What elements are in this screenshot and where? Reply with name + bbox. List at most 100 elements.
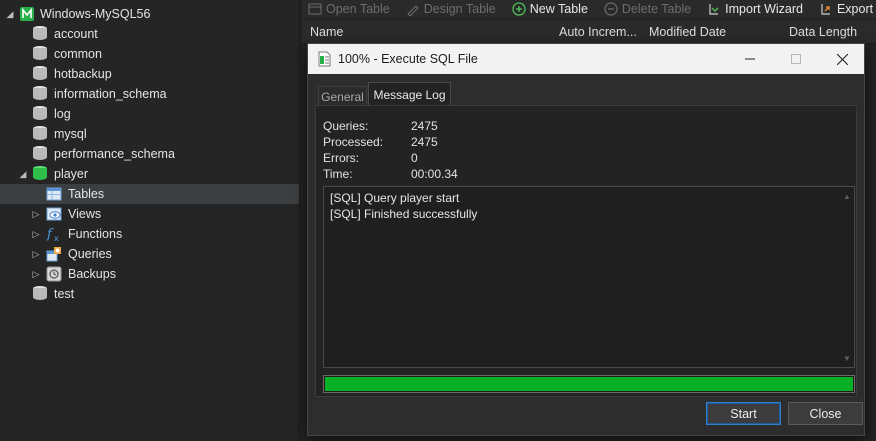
- database-item-account[interactable]: account: [0, 24, 299, 44]
- log-line: [SQL] Query player start: [330, 191, 460, 205]
- delete-table-label: Delete Table: [621, 2, 692, 16]
- execution-progress-bar: [323, 375, 855, 393]
- close-window-button[interactable]: [819, 44, 865, 74]
- database-label: performance_schema: [54, 147, 175, 161]
- expand-arrow-icon[interactable]: ◢: [5, 9, 15, 19]
- database-label: log: [54, 107, 71, 121]
- tree-item-views[interactable]: ▷ Views: [0, 204, 299, 224]
- collapse-arrow-icon[interactable]: ▷: [31, 229, 41, 239]
- tree-item-label: Queries: [68, 247, 112, 261]
- new-table-label: New Table: [529, 2, 588, 16]
- query-icon: [46, 246, 62, 262]
- design-table-button[interactable]: Design Table: [400, 2, 496, 16]
- table-list-header: Name Auto Increm... Modified Date Data L…: [302, 20, 876, 44]
- database-icon: [33, 26, 47, 42]
- scroll-up-arrow-icon[interactable]: ▲: [840, 189, 854, 203]
- execute-sql-dialog: 100% - Execute SQL File General Message …: [307, 43, 865, 436]
- database-item-player[interactable]: ◢ player: [0, 164, 299, 184]
- new-table-button[interactable]: New Table: [506, 2, 588, 16]
- mysql-connection-icon: [19, 6, 35, 22]
- import-wizard-icon: [707, 2, 721, 16]
- column-header-data-length[interactable]: Data Length: [789, 25, 857, 39]
- tree-item-label: Functions: [68, 227, 123, 241]
- svg-text:f: f: [46, 227, 54, 242]
- tab-general[interactable]: General: [318, 86, 367, 106]
- tree-item-tables[interactable]: Tables: [0, 184, 299, 204]
- database-item-log[interactable]: log: [0, 104, 299, 124]
- processed-value: 2475: [411, 135, 438, 149]
- svg-text:x: x: [54, 234, 59, 242]
- time-value: 00:00.34: [411, 167, 458, 181]
- message-log-textarea[interactable]: [SQL] Query player start [SQL] Finished …: [323, 186, 855, 368]
- open-table-label: Open Table: [326, 2, 390, 16]
- tree-item-label: Views: [68, 207, 102, 221]
- database-icon: [33, 86, 47, 102]
- column-header-modified-date[interactable]: Modified Date: [649, 25, 726, 39]
- queries-label: Queries:: [323, 119, 369, 133]
- database-label: hotbackup: [54, 67, 112, 81]
- design-table-label: Design Table: [423, 2, 496, 16]
- backup-icon: [46, 266, 62, 282]
- database-label: mysql: [54, 127, 87, 141]
- export-wizard-button[interactable]: Export Wizard: [813, 2, 876, 16]
- log-line: [SQL] Finished successfully: [330, 207, 478, 221]
- database-item-test[interactable]: test: [0, 284, 299, 304]
- function-icon: f x: [46, 226, 62, 243]
- column-header-auto-increment[interactable]: Auto Increm...: [559, 25, 637, 39]
- collapse-arrow-icon[interactable]: ▷: [31, 269, 41, 279]
- scroll-down-arrow-icon[interactable]: ▼: [840, 351, 854, 365]
- open-table-icon: [308, 2, 322, 16]
- minimize-button[interactable]: [727, 44, 773, 74]
- tab-message-log[interactable]: Message Log: [368, 82, 451, 106]
- database-item-performance-schema[interactable]: performance_schema: [0, 144, 299, 164]
- processed-label: Processed:: [323, 135, 384, 149]
- errors-value: 0: [411, 151, 418, 165]
- database-icon: [33, 46, 47, 62]
- import-wizard-button[interactable]: Import Wizard: [701, 2, 803, 16]
- tree-item-backups[interactable]: ▷ Backups: [0, 264, 299, 284]
- database-icon: [33, 126, 47, 142]
- tree-item-label: Tables: [68, 187, 105, 201]
- object-toolbar: Open Table Design Table New Table Delete…: [302, 0, 876, 18]
- database-icon: [33, 66, 47, 82]
- queries-value: 2475: [411, 119, 438, 133]
- database-item-information-schema[interactable]: information_schema: [0, 84, 299, 104]
- connection-item[interactable]: ◢ Windows-MySQL56: [0, 4, 299, 24]
- tree-item-functions[interactable]: ▷ f x Functions: [0, 224, 299, 244]
- collapse-arrow-icon[interactable]: ▷: [31, 209, 41, 219]
- database-label: test: [54, 287, 75, 301]
- start-button[interactable]: Start: [706, 402, 781, 425]
- errors-label: Errors:: [323, 151, 359, 165]
- database-item-common[interactable]: common: [0, 44, 299, 64]
- delete-table-button[interactable]: Delete Table: [598, 2, 691, 16]
- tree-item-label: Backups: [68, 267, 116, 281]
- dialog-title: 100% - Execute SQL File: [338, 52, 478, 66]
- import-wizard-label: Import Wizard: [725, 2, 803, 16]
- database-label: player: [54, 167, 89, 181]
- log-scrollbar[interactable]: ▲ ▼: [840, 187, 854, 367]
- database-label: information_schema: [54, 87, 167, 101]
- dialog-titlebar[interactable]: 100% - Execute SQL File: [308, 44, 864, 74]
- view-icon: [46, 206, 62, 222]
- database-item-mysql[interactable]: mysql: [0, 124, 299, 144]
- column-header-name[interactable]: Name: [310, 25, 343, 39]
- tree-item-queries[interactable]: ▷ Queries: [0, 244, 299, 264]
- export-wizard-icon: [819, 2, 833, 16]
- new-table-plus-icon: [512, 2, 526, 16]
- database-icon: [33, 286, 47, 302]
- connection-label: Windows-MySQL56: [40, 7, 151, 21]
- navigator-pane: ◢ Windows-MySQL56 account common hotback…: [0, 0, 300, 441]
- database-label: common: [54, 47, 102, 61]
- table-icon: [46, 186, 62, 202]
- design-table-icon: [406, 2, 420, 16]
- database-icon: [33, 106, 47, 122]
- expand-arrow-icon[interactable]: ◢: [18, 169, 28, 179]
- database-item-hotbackup[interactable]: hotbackup: [0, 64, 299, 84]
- collapse-arrow-icon[interactable]: ▷: [31, 249, 41, 259]
- open-table-button[interactable]: Open Table: [302, 2, 390, 16]
- maximize-button[interactable]: [773, 44, 819, 74]
- database-label: account: [54, 27, 98, 41]
- database-open-icon: [33, 166, 47, 182]
- close-button[interactable]: Close: [788, 402, 863, 425]
- message-log-panel: Queries: 2475 Processed: 2475 Errors: 0 …: [315, 105, 857, 397]
